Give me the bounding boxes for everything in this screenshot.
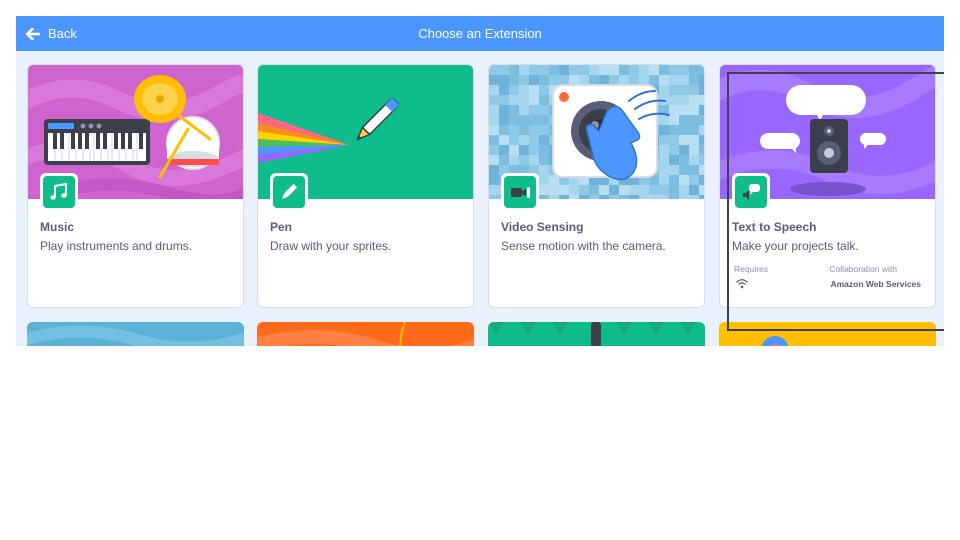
extension-library-modal: Back Choose an Extension Music Play inst… <box>16 16 944 346</box>
extension-card-text-to-speech[interactable]: Text to Speech Make your projects talk. … <box>719 64 936 308</box>
music-notes-icon <box>50 182 67 200</box>
extension-card-row2-3[interactable] <box>488 322 705 346</box>
extension-badge <box>270 173 308 211</box>
collaboration-label: Collaboration with <box>829 264 897 274</box>
extension-card-row2-4[interactable] <box>719 322 936 346</box>
viewport: Back Choose an Extension Music Play inst… <box>0 0 960 540</box>
back-button[interactable]: Back <box>26 16 77 51</box>
extension-badge <box>501 173 539 211</box>
extension-card-music[interactable]: Music Play instruments and drums. <box>27 64 244 308</box>
wifi-icon <box>736 279 748 289</box>
extension-name: Pen <box>270 220 293 234</box>
extension-name: Music <box>40 220 75 234</box>
extension-description: Sense motion with the camera. <box>501 239 666 253</box>
extension-name: Text to Speech <box>732 220 817 234</box>
card-illustration <box>488 322 705 346</box>
extension-description: Make your projects talk. <box>732 239 859 253</box>
extension-card-row2-1[interactable] <box>27 322 244 346</box>
extension-card-row2-2[interactable] <box>257 322 474 346</box>
page-title: Choose an Extension <box>418 26 542 41</box>
card-illustration <box>257 322 474 346</box>
extension-card-pen[interactable]: Pen Draw with your sprites. <box>257 64 474 308</box>
pen-icon <box>281 183 298 200</box>
speech-icon <box>743 184 760 200</box>
modal-header: Back Choose an Extension <box>16 16 944 51</box>
card-illustration <box>719 322 936 346</box>
extension-card-video-sensing[interactable]: Video Sensing Sense motion with the came… <box>488 64 705 308</box>
collaboration-value: Amazon Web Services <box>830 279 921 289</box>
extension-description: Play instruments and drums. <box>40 239 193 253</box>
requires-label: Requires <box>734 264 769 274</box>
back-arrow-icon <box>26 27 40 40</box>
extension-badge <box>732 173 770 211</box>
extension-badge <box>40 173 78 211</box>
video-camera-icon <box>511 187 530 198</box>
back-label: Back <box>48 26 77 41</box>
extension-name: Video Sensing <box>501 220 584 234</box>
card-illustration <box>27 322 244 346</box>
extension-description: Draw with your sprites. <box>270 239 392 253</box>
